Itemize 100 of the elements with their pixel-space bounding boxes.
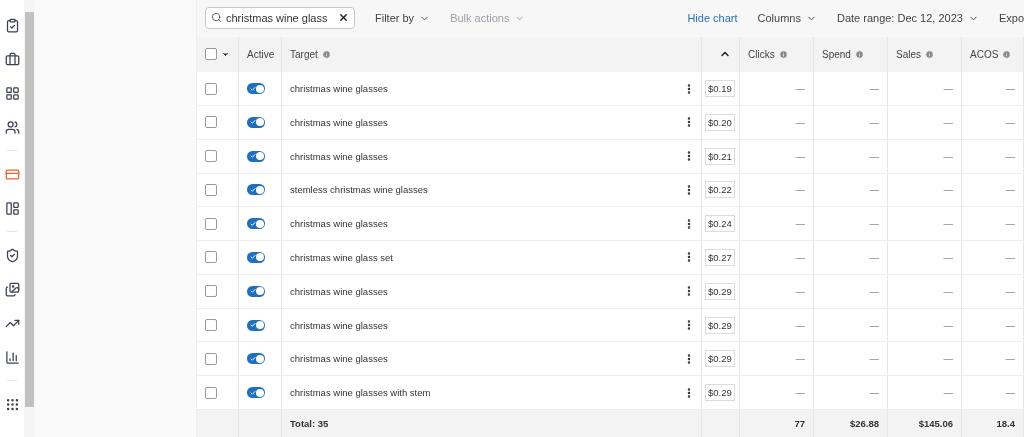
export-button[interactable]: Expo [998,12,1024,25]
column-label[interactable]: ACOS [970,48,999,60]
table-cell: — [943,285,953,297]
bid-field[interactable]: $0.29 [705,316,735,334]
table-cell: — [795,353,805,365]
row-checkbox[interactable] [205,116,217,129]
nav-button[interactable] [3,118,21,136]
target-text: christmas wine glasses [290,83,388,95]
nav-button[interactable] [3,280,21,298]
bid-field[interactable]: $0.22 [705,181,735,199]
active-toggle[interactable] [247,353,265,365]
table-cell: — [869,387,879,399]
grid-icon [4,85,20,101]
active-toggle[interactable] [247,285,265,297]
target-text: christmas wine glasses [290,285,388,297]
active-toggle[interactable] [247,387,265,399]
column-label[interactable]: Active [247,48,275,60]
check-icon [250,220,256,227]
table-cell: — [943,252,953,263]
column-label[interactable]: Target [290,48,318,60]
row-checkbox[interactable] [205,183,217,196]
row-checkbox[interactable] [205,319,217,331]
target-text: christmas wine glasses [290,319,388,331]
column-label[interactable]: Sales [896,48,921,60]
table-cell: — [869,116,879,128]
table-cell: — [795,252,805,263]
table-cell: — [943,218,953,230]
info-icon[interactable] [854,49,864,59]
search-field[interactable]: christmas wine glass [205,7,355,30]
table-cell: — [943,319,953,331]
table-cell: — [1005,319,1015,331]
check-icon [250,355,256,362]
nav-button[interactable] [3,199,21,217]
bid-field[interactable]: $0.29 [705,384,735,402]
target-text: christmas wine glasses [290,116,388,128]
nav-button[interactable] [3,84,21,102]
table-cell: — [1005,353,1015,365]
table-cell: — [869,252,879,263]
active-toggle[interactable] [247,83,265,95]
target-text: christmas wine glasses [290,150,388,162]
active-toggle[interactable] [247,252,265,263]
date-range-dropdown[interactable]: Date range: Dec 12, 2023 [836,12,979,25]
bid-field[interactable]: $0.29 [705,350,735,368]
bid-field[interactable]: $0.20 [705,113,735,131]
info-icon[interactable] [778,49,788,59]
clear-icon[interactable] [338,12,349,24]
row-checkbox[interactable] [205,82,217,95]
table-cell: — [795,116,805,128]
info-icon[interactable] [925,49,934,59]
table-cell: — [869,319,879,331]
bid-field[interactable]: $0.19 [705,80,735,98]
bid-field[interactable]: $0.27 [705,249,735,266]
row-checkbox[interactable] [205,386,217,399]
active-toggle[interactable] [247,150,265,162]
columns-dropdown[interactable]: Columns [757,12,817,25]
hide-chart-link[interactable]: Hide chart [687,12,738,25]
total-value: 18.4 [996,417,1015,429]
bid-field[interactable]: $0.21 [705,147,735,165]
people-icon [4,119,20,135]
active-toggle[interactable] [247,116,265,128]
check-icon [250,186,256,193]
table-cell: — [1005,116,1015,128]
total-value: $26.88 [849,417,879,429]
check-icon [250,153,256,160]
column-label[interactable]: Clicks [748,48,775,60]
search-icon [211,12,222,24]
row-checkbox[interactable] [205,217,217,230]
table-cell: — [943,387,953,399]
active-toggle[interactable] [247,184,265,196]
bid-field[interactable]: $0.24 [705,215,735,233]
table-cell: — [1005,150,1015,162]
scrollbar[interactable] [24,0,35,437]
check-icon [250,85,256,92]
table-cell: — [943,184,953,196]
card-icon [4,166,20,182]
info-icon[interactable] [321,49,331,59]
row-checkbox[interactable] [205,352,217,365]
row-checkbox[interactable] [205,251,217,264]
active-toggle[interactable] [247,319,265,331]
active-toggle[interactable] [247,218,265,230]
table-cell: — [795,319,805,331]
briefcase-icon [4,51,20,67]
row-checkbox[interactable] [205,150,217,163]
select-all-checkbox[interactable] [205,48,217,61]
column-label[interactable]: Spend [822,48,851,60]
check-icon [250,389,256,396]
row-checkbox[interactable] [205,285,217,298]
target-text: christmas wine glass set [290,252,393,263]
info-icon[interactable] [1002,49,1012,59]
bid-field[interactable]: $0.29 [705,282,735,300]
table-cell: — [869,353,879,365]
nav-button[interactable] [3,348,21,366]
filter-dropdown[interactable]: Filter by [375,12,431,25]
target-text: stemless christmas wine glasses [290,184,428,196]
table-cell: — [795,387,805,399]
table-cell: — [1005,252,1015,263]
table-cell: — [869,150,879,162]
table-cell: — [943,116,953,128]
check-icon [250,322,256,328]
nav-button[interactable] [3,50,21,68]
